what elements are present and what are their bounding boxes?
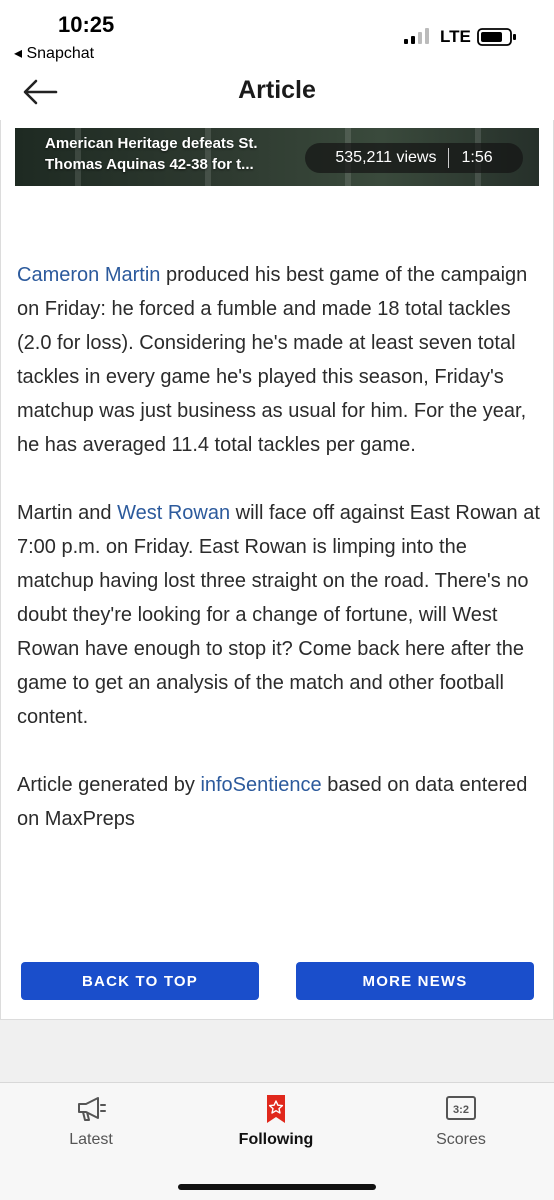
nav-header: Article — [0, 64, 554, 120]
video-views: 535,211 views — [335, 149, 437, 166]
tab-scores[interactable]: 3:2 Scores — [391, 1093, 531, 1149]
tab-label: Scores — [436, 1131, 486, 1148]
player-link[interactable]: Cameron Martin — [17, 264, 160, 286]
tab-label: Following — [238, 1131, 314, 1148]
team-link[interactable]: West Rowan — [117, 502, 230, 524]
carrier-label: LTE — [440, 27, 471, 46]
source-link[interactable]: infoSentience — [200, 774, 321, 796]
page-title: Article — [238, 76, 316, 104]
back-to-app-link[interactable]: ◂ Snapchat — [14, 43, 94, 63]
article-paragraph-3: Article generated by infoSentience based… — [17, 768, 541, 836]
tab-label: Latest — [69, 1131, 113, 1148]
star-bookmark-icon — [267, 1095, 285, 1123]
status-time: 10:25 — [58, 12, 115, 37]
svg-text:3:2: 3:2 — [453, 1104, 469, 1116]
battery-icon — [477, 28, 516, 46]
paragraph-text: Martin and — [17, 502, 118, 524]
article-paragraph-1: Cameron Martin produced his best game of… — [17, 258, 541, 462]
paragraph-text: will face off against East Rowan at 7:00… — [17, 502, 540, 728]
video-meta: 535,211 views 1:56 — [305, 143, 523, 173]
video-thumbnail[interactable]: American Heritage defeats St. Thomas Aqu… — [15, 128, 539, 186]
more-news-button[interactable]: MORE NEWS — [296, 962, 534, 1000]
tab-following[interactable]: Following — [206, 1093, 346, 1149]
meta-divider — [448, 148, 450, 168]
video-duration: 1:56 — [461, 149, 493, 166]
scoreboard-icon: 3:2 — [446, 1096, 476, 1120]
tab-bar: Latest Following 3:2 Scores — [0, 1082, 554, 1200]
article-paragraph-2: Martin and West Rowan will face off agai… — [17, 496, 541, 734]
video-title: American Heritage defeats St. Thomas Aqu… — [45, 135, 258, 173]
tab-latest[interactable]: Latest — [21, 1093, 161, 1149]
article-card: American Heritage defeats St. Thomas Aqu… — [0, 120, 554, 1020]
signal-icon — [404, 28, 429, 44]
back-to-top-button[interactable]: BACK TO TOP — [21, 962, 259, 1000]
article-body: Cameron Martin produced his best game of… — [17, 258, 541, 870]
home-indicator — [178, 1184, 376, 1190]
megaphone-icon — [78, 1097, 106, 1121]
paragraph-text: produced his best game of the campaign o… — [17, 264, 528, 456]
paragraph-text: Article generated by — [17, 774, 201, 796]
status-bar: 10:25 ◂ Snapchat LTE — [0, 0, 554, 64]
